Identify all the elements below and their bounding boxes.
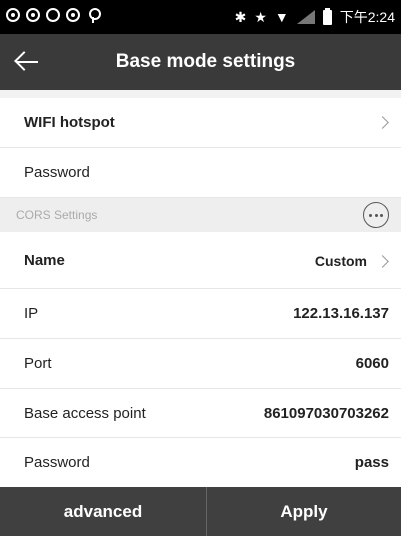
- apply-button[interactable]: Apply: [207, 487, 401, 536]
- wifi-password-label: Password: [24, 164, 90, 181]
- cors-port-row[interactable]: Port 6060: [0, 339, 401, 389]
- cors-password-label: Password: [24, 454, 90, 471]
- bluetooth-icon: ✱: [234, 8, 247, 25]
- cors-section-title: CORS Settings: [16, 208, 98, 222]
- star-icon: ★: [254, 8, 267, 25]
- settings-icon: [46, 8, 60, 22]
- cors-ip-value[interactable]: 122.13.16.137: [293, 305, 389, 322]
- sync-icon: [26, 8, 40, 22]
- cors-access-point-label: Base access point: [24, 405, 146, 422]
- chevron-right-icon: [376, 116, 389, 129]
- status-icons-right: ✱ ★ ▼ 下午2:24: [235, 7, 395, 27]
- location-icon: [86, 8, 101, 23]
- cors-ip-row[interactable]: IP 122.13.16.137: [0, 289, 401, 339]
- advanced-button[interactable]: advanced: [0, 487, 206, 536]
- wifi-hotspot-label: WIFI hotspot: [24, 114, 115, 131]
- bottom-action-bar: advanced Apply: [0, 487, 401, 536]
- cors-name-label: Name: [24, 252, 65, 269]
- cors-section-header: CORS Settings: [0, 198, 401, 232]
- battery-icon: [322, 7, 332, 25]
- sync-icon: [66, 8, 80, 22]
- chevron-right-icon: [376, 255, 389, 268]
- status-bar: ✱ ★ ▼ 下午2:24: [0, 0, 401, 34]
- wifi-password-row[interactable]: Password: [0, 148, 401, 198]
- more-options-icon[interactable]: [363, 202, 389, 228]
- wifi-icon: ▼: [274, 9, 289, 25]
- cors-access-point-row[interactable]: Base access point 861097030703262: [0, 389, 401, 438]
- signal-icon: [296, 10, 315, 24]
- status-time: 下午2:24: [339, 9, 395, 25]
- top-spacer: [0, 90, 401, 98]
- cors-access-point-value[interactable]: 861097030703262: [264, 405, 389, 422]
- app-bar: Base mode settings: [0, 34, 401, 90]
- cors-name-value: Custom: [314, 253, 367, 269]
- status-icons-left: [6, 8, 101, 23]
- cors-password-value[interactable]: pass: [355, 454, 389, 471]
- sync-icon: [6, 8, 20, 22]
- cors-password-row[interactable]: Password pass: [0, 438, 401, 487]
- cors-port-label: Port: [24, 355, 52, 372]
- cors-name-row[interactable]: Name Custom: [0, 232, 401, 289]
- page-title: Base mode settings: [115, 51, 296, 72]
- wifi-hotspot-row[interactable]: WIFI hotspot: [0, 98, 401, 148]
- cors-port-value[interactable]: 6060: [356, 355, 389, 372]
- cors-ip-label: IP: [24, 305, 39, 322]
